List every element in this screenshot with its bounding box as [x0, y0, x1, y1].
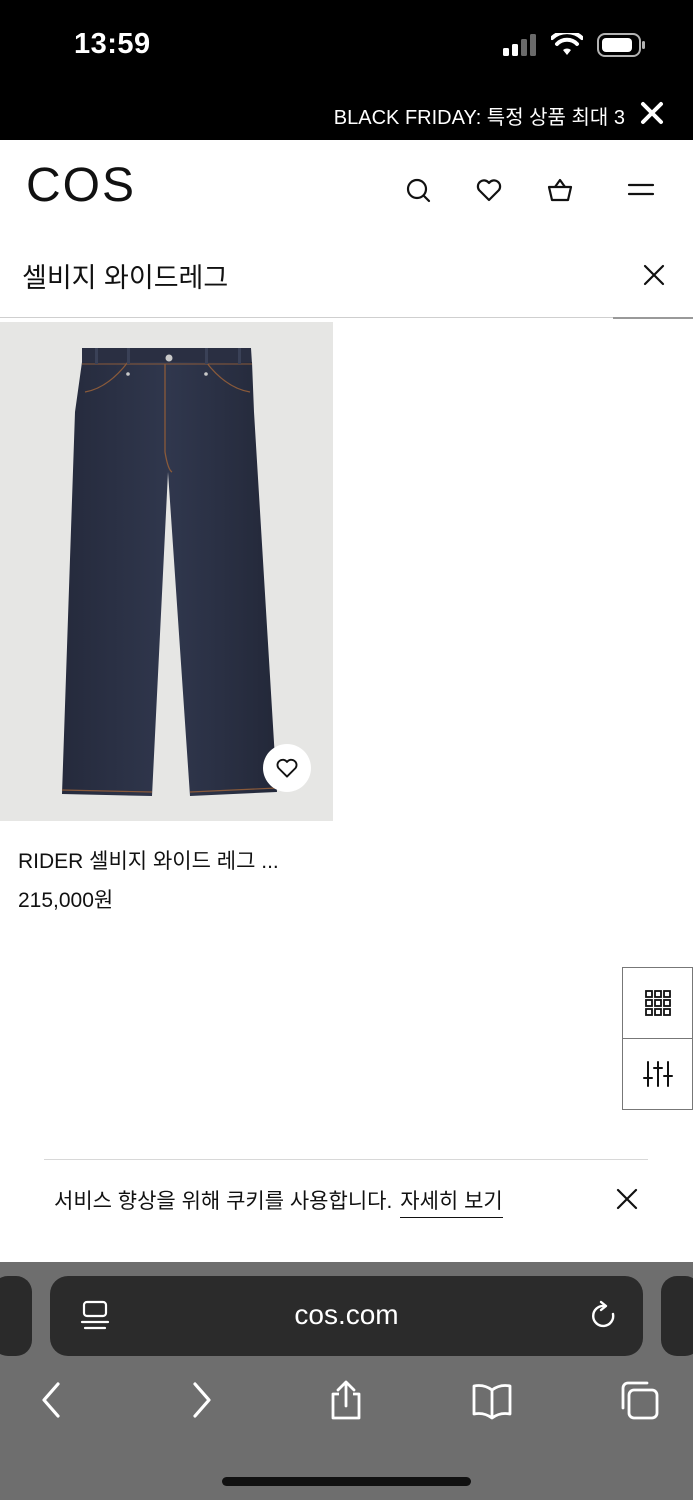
- cookie-divider: [44, 1159, 648, 1160]
- filter-button[interactable]: [622, 1038, 693, 1110]
- heart-icon[interactable]: [475, 176, 503, 204]
- close-icon[interactable]: [616, 1188, 638, 1210]
- site-header: COS: [0, 140, 693, 234]
- status-icons: [503, 33, 647, 57]
- reload-icon[interactable]: [589, 1300, 619, 1332]
- search-underline: [613, 317, 693, 319]
- cellular-signal-icon: [503, 34, 536, 56]
- previous-tab-pill[interactable]: [0, 1276, 32, 1356]
- forward-icon[interactable]: [181, 1380, 221, 1420]
- cookie-text: 서비스 향상을 위해 쿠키를 사용합니다.: [54, 1190, 393, 1213]
- close-icon[interactable]: [639, 100, 665, 126]
- bookmarks-icon[interactable]: [472, 1380, 512, 1420]
- promo-text[interactable]: BLACK FRIDAY: 특정 상품 최대 3: [334, 101, 625, 130]
- address-bar[interactable]: cos.com: [50, 1276, 643, 1356]
- status-bar: 13:59: [0, 0, 693, 88]
- home-indicator[interactable]: [222, 1477, 471, 1486]
- status-time: 13:59: [74, 28, 151, 60]
- promo-banner[interactable]: BLACK FRIDAY: 특정 상품 최대 3: [0, 88, 693, 140]
- url-text[interactable]: cos.com: [50, 1299, 643, 1331]
- basket-icon[interactable]: [546, 176, 574, 204]
- share-icon[interactable]: [326, 1380, 366, 1420]
- back-icon[interactable]: [32, 1380, 72, 1420]
- menu-icon[interactable]: [627, 176, 655, 204]
- product-name[interactable]: RIDER 셀비지 와이드 레그 ...: [18, 845, 279, 875]
- wishlist-button[interactable]: [263, 744, 311, 792]
- filter-sliders-icon[interactable]: [642, 1060, 673, 1088]
- battery-icon: [597, 33, 645, 57]
- heart-icon[interactable]: [275, 756, 299, 780]
- grid-view-button[interactable]: [622, 967, 693, 1039]
- cookie-details-link[interactable]: 자세히 보기: [400, 1190, 503, 1218]
- search-query[interactable]: 셀비지 와이드레그: [22, 256, 228, 295]
- grid-view-icon[interactable]: [644, 990, 671, 1016]
- wifi-icon: [551, 33, 583, 55]
- search-row[interactable]: 셀비지 와이드레그: [0, 234, 693, 319]
- close-icon[interactable]: [643, 264, 665, 286]
- next-tab-pill[interactable]: [661, 1276, 693, 1356]
- cos-logo[interactable]: COS: [26, 158, 136, 213]
- product-price: 215,000원: [18, 889, 114, 912]
- browser-chrome: cos.com: [0, 1262, 693, 1500]
- tabs-icon[interactable]: [619, 1380, 659, 1420]
- cookie-notice: 서비스 향상을 위해 쿠키를 사용합니다. 자세히 보기: [54, 1185, 503, 1218]
- product-image[interactable]: [0, 322, 333, 821]
- search-icon[interactable]: [404, 176, 432, 204]
